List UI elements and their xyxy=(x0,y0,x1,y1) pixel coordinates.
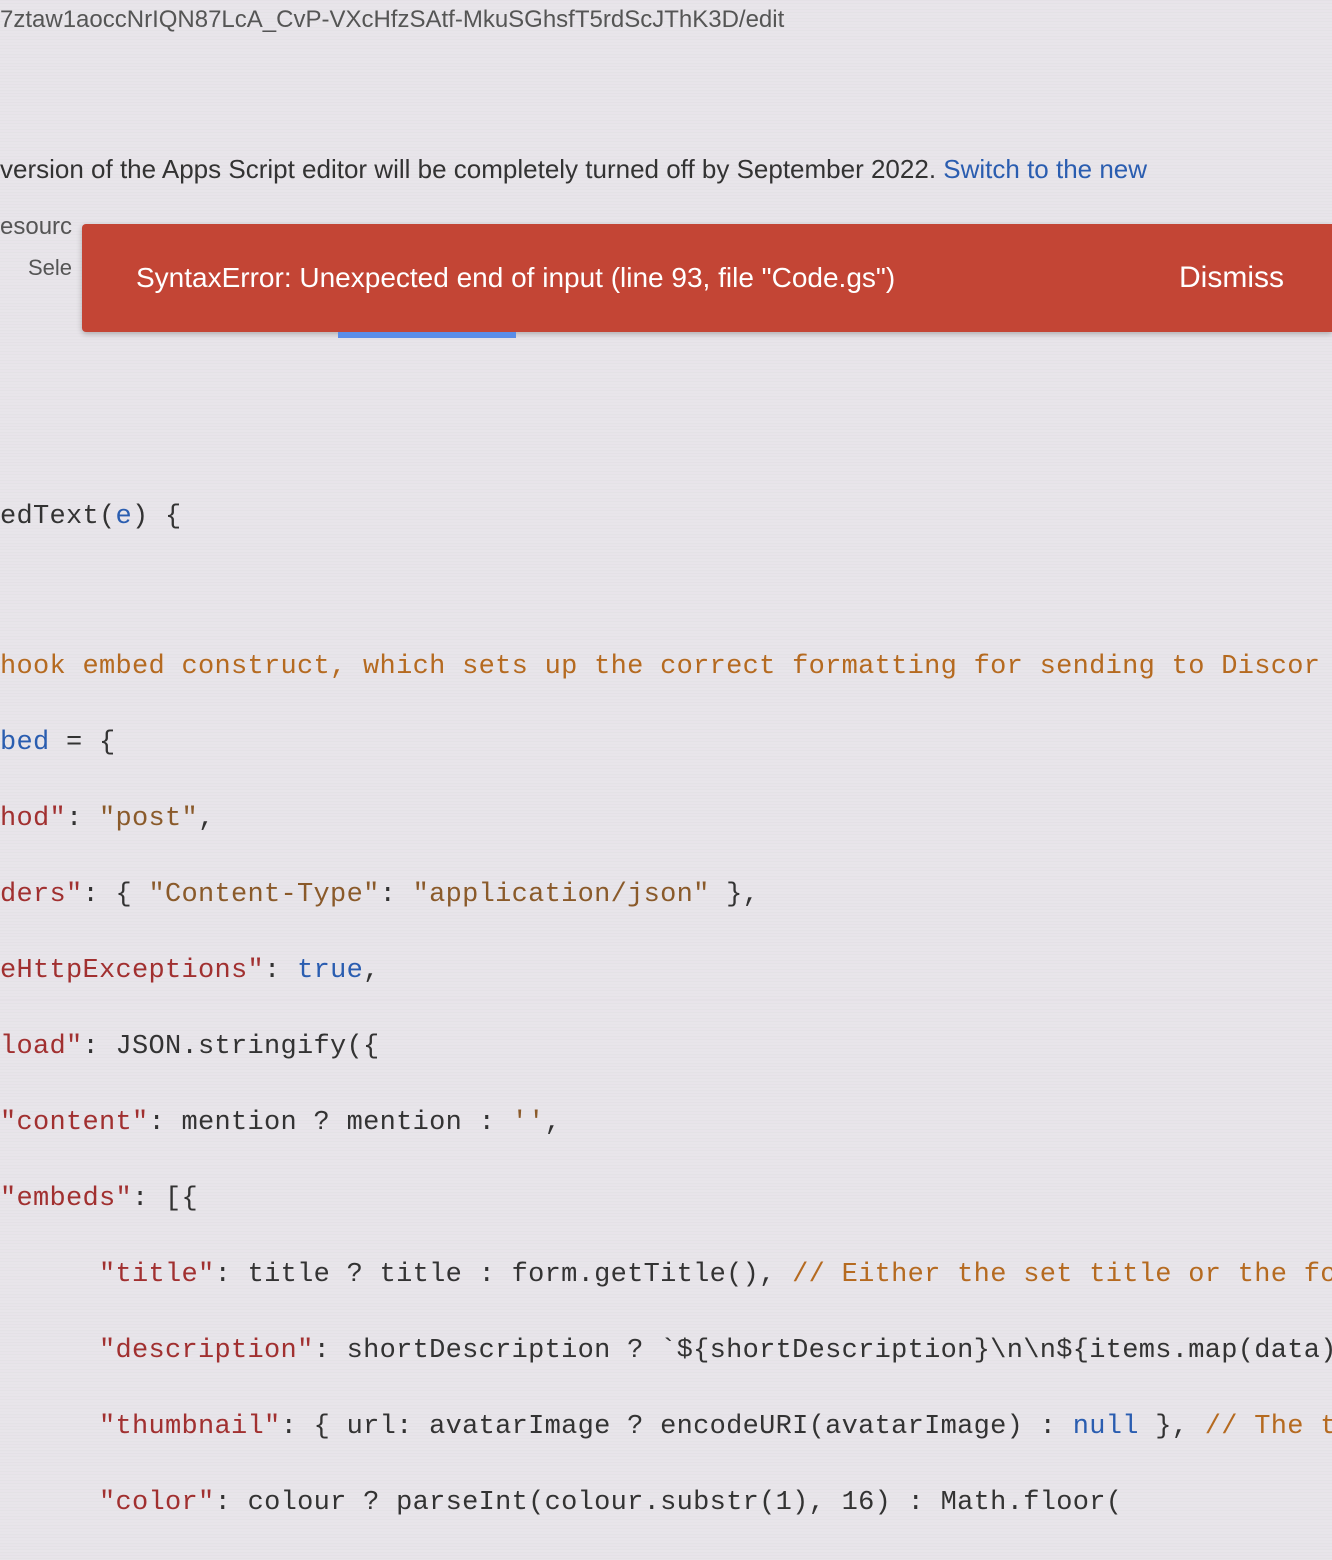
deprecation-text: version of the Apps Script editor will b… xyxy=(0,154,943,184)
code-line[interactable]: "thumbnail": { url: avatarImage ? encode… xyxy=(0,1408,1332,1446)
switch-editor-link[interactable]: Switch to the new xyxy=(943,154,1147,184)
tab-active-indicator xyxy=(338,332,516,338)
code-line[interactable]: "title": title ? title : form.getTitle()… xyxy=(0,1256,1332,1294)
dismiss-button[interactable]: Dismiss xyxy=(1179,261,1284,295)
code-line[interactable]: "description": shortDescription ? `${sho… xyxy=(0,1332,1332,1370)
code-line[interactable]: "color": colour ? parseInt(colour.substr… xyxy=(0,1484,1332,1522)
code-line[interactable]: hook embed construct, which sets up the … xyxy=(0,648,1332,686)
code-line[interactable]: eHttpExceptions": true, xyxy=(0,952,1332,990)
code-line[interactable]: bed = { xyxy=(0,724,1332,762)
code-line[interactable]: load": JSON.stringify({ xyxy=(0,1028,1332,1066)
code-line[interactable]: "embeds": [{ xyxy=(0,1180,1332,1218)
deprecation-banner: version of the Apps Script editor will b… xyxy=(0,154,1332,185)
error-toast: SyntaxError: Unexpected end of input (li… xyxy=(82,224,1332,332)
error-message: SyntaxError: Unexpected end of input (li… xyxy=(136,262,895,294)
code-line[interactable]: hod": "post", xyxy=(0,800,1332,838)
code-editor[interactable]: edText(e) { hook embed construct, which … xyxy=(0,460,1332,1560)
code-line[interactable]: ders": { "Content-Type": "application/js… xyxy=(0,876,1332,914)
code-line[interactable]: "content": mention ? mention : '', xyxy=(0,1104,1332,1142)
url-bar: 7ztaw1aoccNrIQN87LcA_CvP-VXcHfzSAtf-MkuS… xyxy=(0,0,1332,44)
code-line[interactable]: edText(e) { xyxy=(0,498,1332,536)
